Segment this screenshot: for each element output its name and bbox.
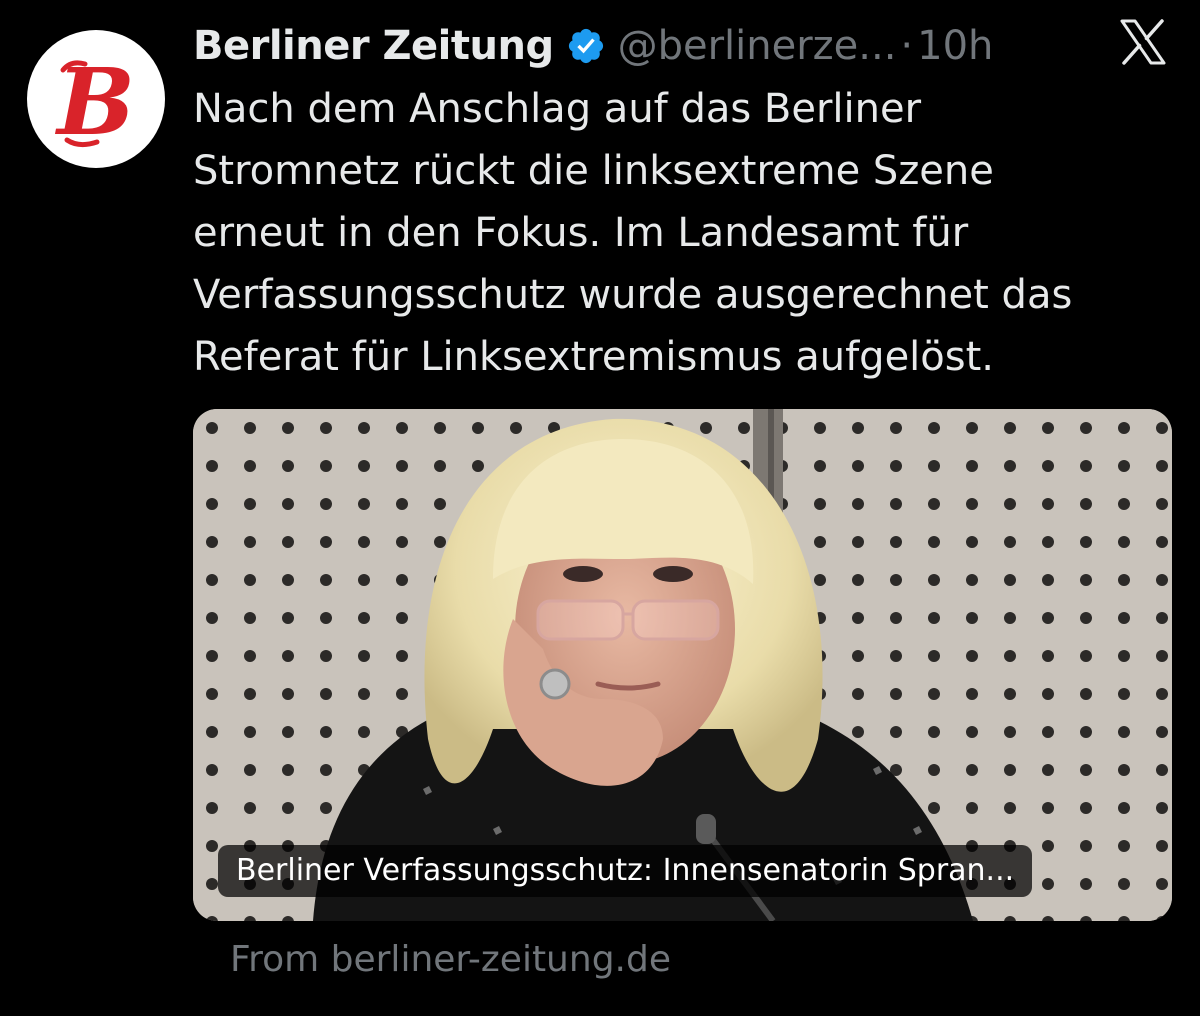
link-source[interactable]: From berliner-zeitung.de: [230, 934, 671, 986]
timestamp[interactable]: 10h: [917, 18, 993, 74]
link-preview-card[interactable]: Berliner Verfassungsschutz: Innensenator…: [193, 409, 1172, 921]
link-card-title[interactable]: Berliner Verfassungsschutz: Innensenator…: [218, 845, 1033, 897]
verified-badge-icon: [566, 26, 606, 66]
tweet-text-line: Verfassungsschutz wurde ausgerechnet das: [193, 272, 1073, 318]
tweet-text-line: Stromnetz rückt die linksextreme Szene: [193, 148, 994, 194]
x-logo-icon[interactable]: [1118, 17, 1168, 67]
user-handle[interactable]: @berlinerze...: [618, 18, 897, 74]
berliner-zeitung-logo-icon: B: [54, 48, 135, 156]
tweet-text: Nach dem Anschlag auf das Berliner Strom…: [193, 78, 1173, 388]
display-name[interactable]: Berliner Zeitung: [193, 18, 554, 74]
separator-dot: ·: [900, 23, 914, 69]
tweet-text-line: erneut in den Fokus. Im Landesamt für: [193, 210, 969, 256]
tweet-header: Berliner Zeitung @berlinerze... · 10h: [193, 18, 993, 74]
avatar[interactable]: B: [27, 30, 165, 168]
tweet-text-line: Nach dem Anschlag auf das Berliner: [193, 86, 922, 132]
tweet-text-line: Referat für Linksextremismus aufgelöst.: [193, 334, 994, 380]
